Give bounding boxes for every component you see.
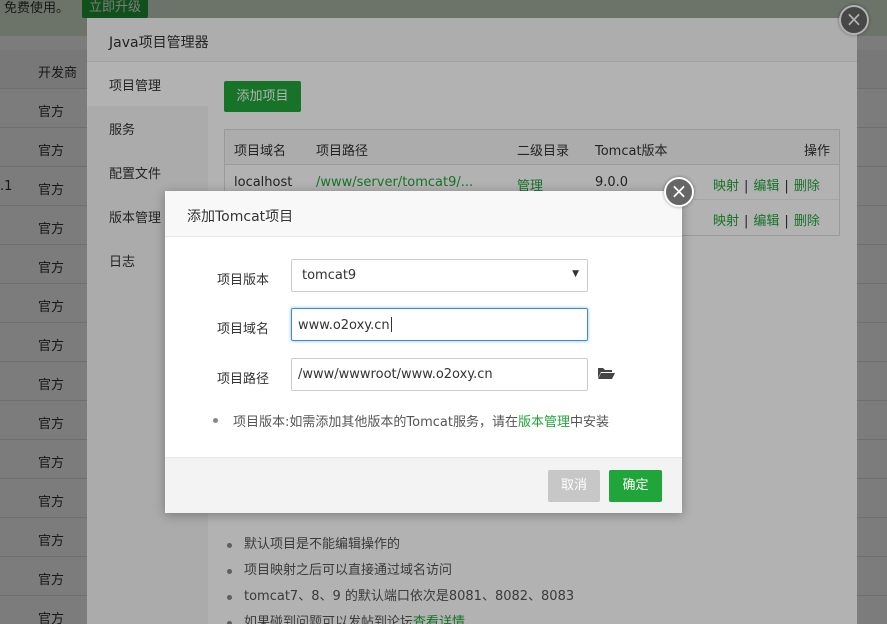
caret-down-icon: ▼ [572,269,579,279]
version-select-value: tomcat9 [302,268,357,283]
tip-text: 项目版本:如需添加其他版本的Tomcat服务，请在 [233,415,518,430]
path-input[interactable]: /www/wwwroot/www.o2oxy.cn [291,358,588,391]
cancel-button[interactable]: 取消 [548,470,600,502]
confirm-button[interactable]: 确定 [609,470,662,502]
dialog-title: 添加Tomcat项目 [165,191,682,237]
version-label: 项目版本 [217,273,270,288]
folder-open-icon[interactable] [597,366,615,380]
version-row: 项目版本 tomcat9 ▼ [165,259,682,293]
dialog-footer: 取消 确定 [165,457,682,513]
version-select[interactable]: tomcat9 ▼ [291,259,588,292]
path-row: 项目路径 /www/wwwroot/www.o2oxy.cn [165,358,682,392]
path-label: 项目路径 [217,372,270,387]
add-tomcat-project-dialog: 添加Tomcat项目 项目版本 tomcat9 ▼ 项目域名 www.o2oxy… [165,191,682,513]
domain-label: 项目域名 [217,322,270,337]
domain-input[interactable]: www.o2oxy.cn [291,308,588,341]
version-tip: 项目版本:如需添加其他版本的Tomcat服务，请在版本管理中安装 [213,411,609,430]
tip-suffix: 中安装 [569,415,609,430]
domain-row: 项目域名 www.o2oxy.cn [165,308,682,342]
close-icon[interactable]: × [664,177,694,207]
version-management-link[interactable]: 版本管理 [518,415,570,430]
